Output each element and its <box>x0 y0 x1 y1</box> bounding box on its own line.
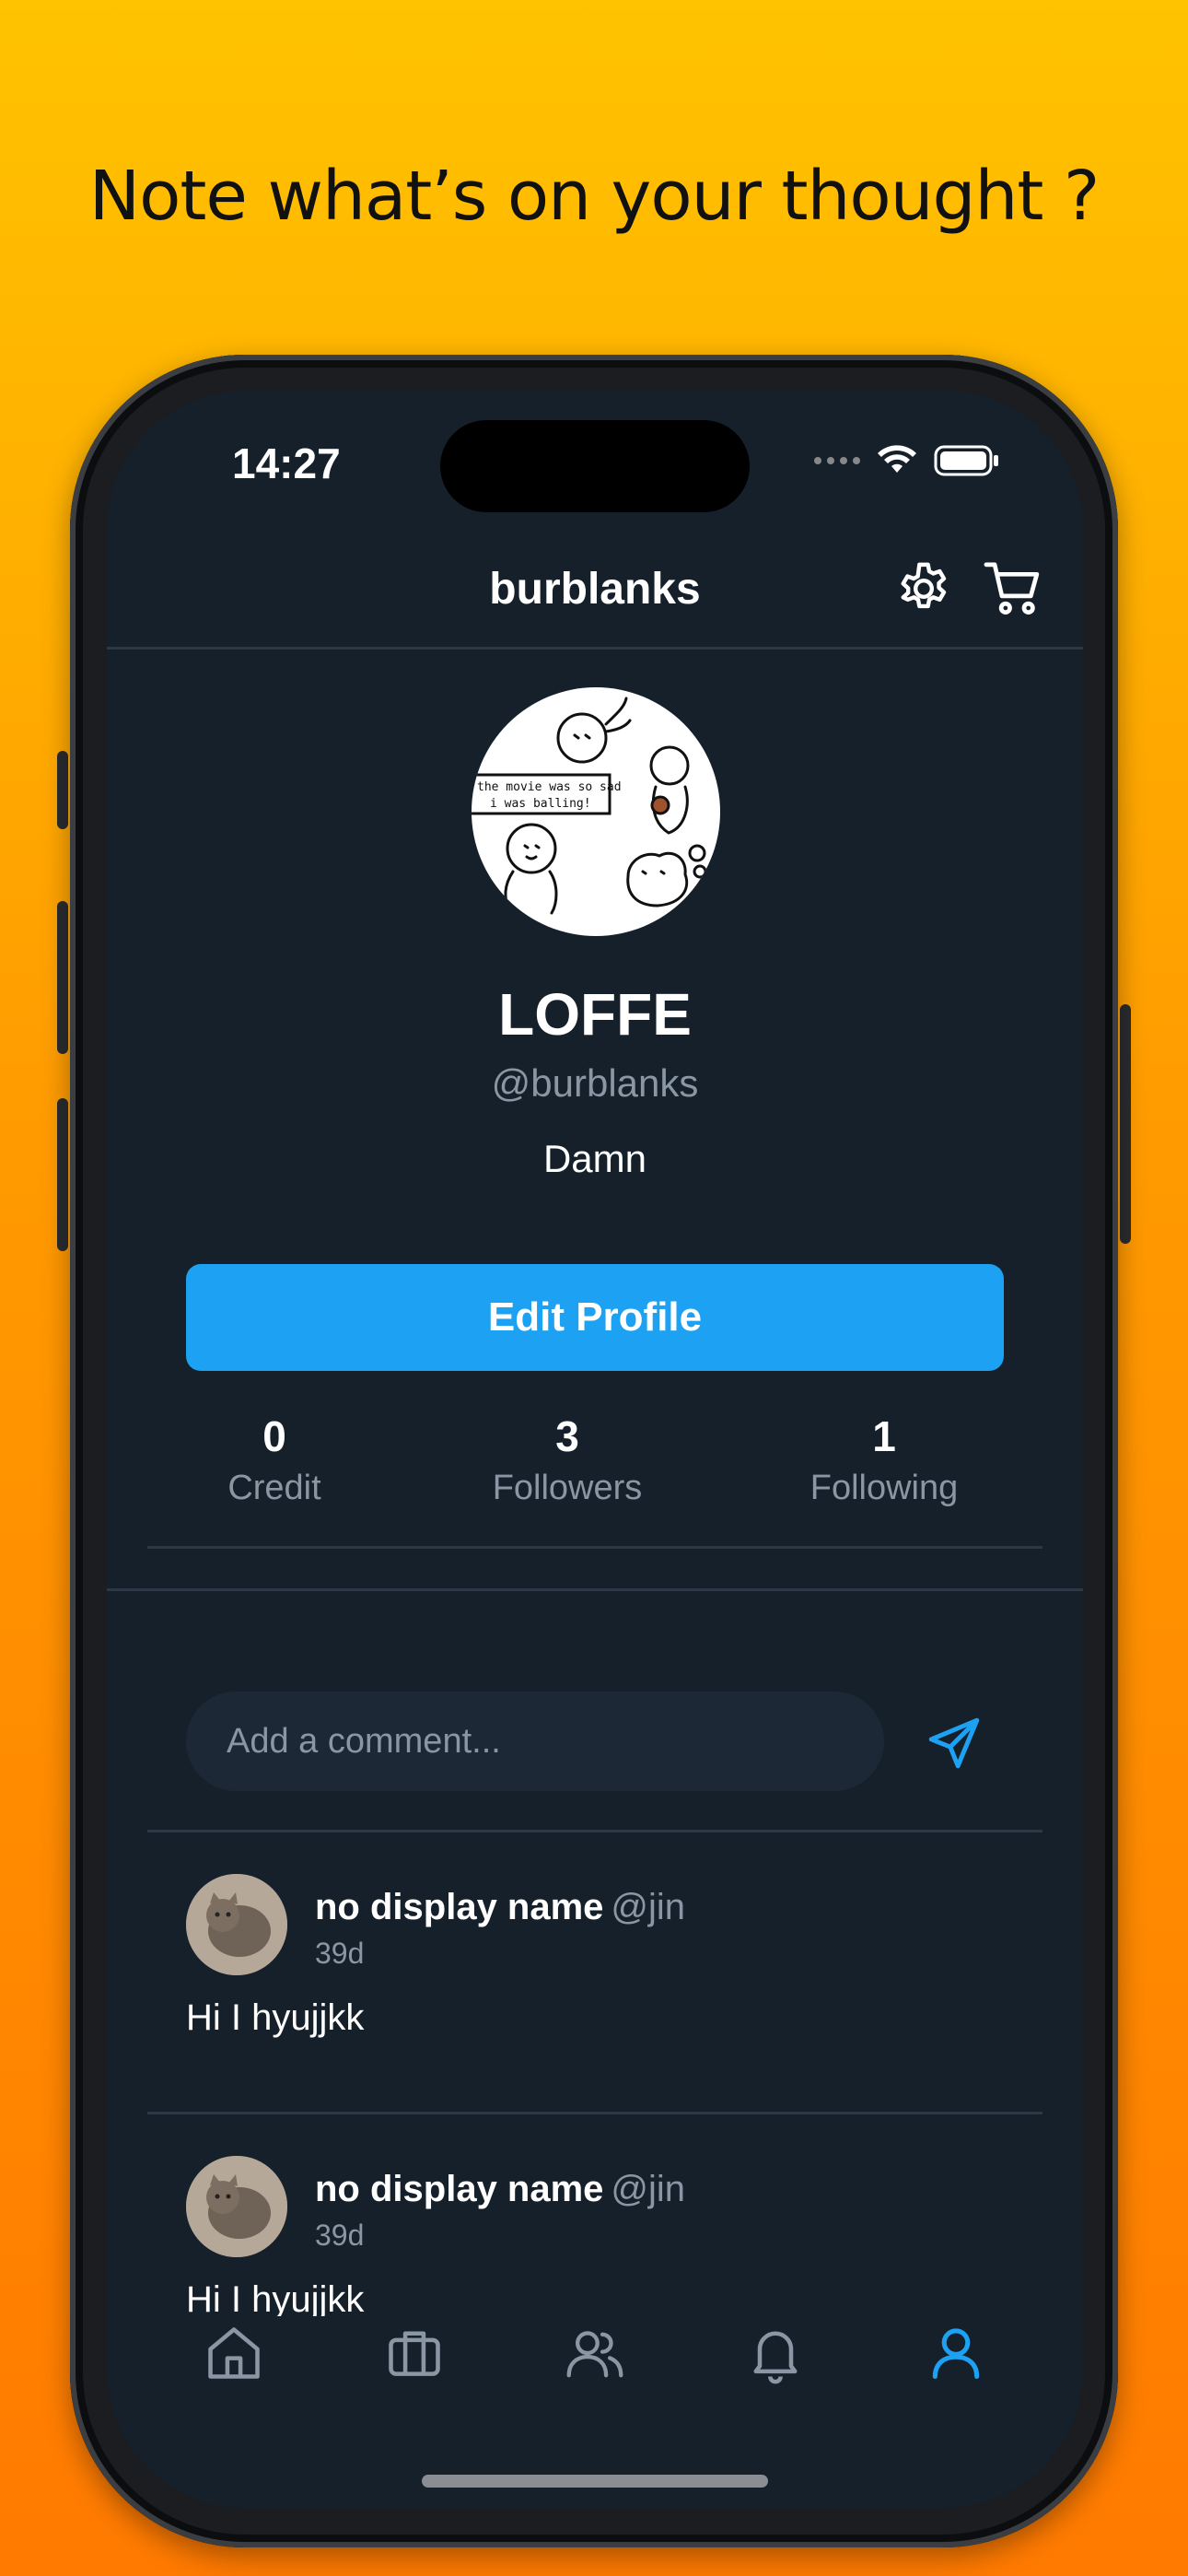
post-author-name: no display name <box>315 2169 604 2209</box>
stat-followers-value: 3 <box>555 1412 579 1460</box>
tab-bar <box>107 2316 1083 2445</box>
status-time: 14:27 <box>232 439 341 487</box>
profile-bio: Damn <box>542 1137 647 1180</box>
comment-placeholder: Add a comment... <box>227 1721 501 1761</box>
users-icon <box>566 2331 623 2378</box>
stat-following-label: Following <box>809 1469 959 1507</box>
battery-icon <box>934 445 998 476</box>
phone-power-button <box>1120 1004 1131 1244</box>
post-avatar[interactable] <box>186 2156 287 2257</box>
edit-profile-button[interactable]: Edit Profile <box>186 1264 1004 1371</box>
post-time: 39d <box>315 2219 365 2252</box>
header-divider <box>107 647 1083 650</box>
cart-button[interactable] <box>982 556 1046 621</box>
tab-community[interactable] <box>558 2316 632 2390</box>
profile-display-name: LOFFE <box>498 981 692 1048</box>
phone-volume-up-button <box>57 901 68 1054</box>
comment-divider <box>147 1830 1042 1832</box>
wifi-icon <box>878 445 916 473</box>
tab-home[interactable] <box>197 2316 271 2390</box>
svg-text:the movie was so sad: the movie was so sad <box>477 780 622 794</box>
stat-credit[interactable]: 0 Credit <box>164 1411 385 1508</box>
tab-profile[interactable] <box>919 2316 993 2390</box>
post-text: Hi I hyujjkk <box>186 2279 365 2320</box>
post-author: no display name @jin <box>315 1887 685 1928</box>
status-icons <box>814 444 1000 477</box>
phone-action-button <box>57 751 68 829</box>
stat-followers[interactable]: 3 Followers <box>457 1411 678 1508</box>
dynamic-island <box>440 420 750 512</box>
cart-icon <box>984 562 1040 615</box>
section-divider <box>107 1588 1083 1591</box>
post-item[interactable]: no display name @jin 39d Hi I hyujjkk <box>186 1874 1015 2077</box>
stat-credit-value: 0 <box>262 1412 286 1460</box>
post-avatar[interactable] <box>186 1874 287 1975</box>
comment-input[interactable]: Add a comment... <box>186 1692 884 1791</box>
profile-avatar[interactable]: the movie was so sad i was balling! <box>472 687 720 936</box>
post-author: no display name @jin <box>315 2169 685 2210</box>
profile-handle: @burblanks <box>491 1061 699 1105</box>
post-author-handle: @jin <box>611 2169 686 2209</box>
home-indicator[interactable] <box>422 2475 768 2488</box>
home-icon <box>208 2327 260 2379</box>
cat-avatar-image <box>186 2156 287 2257</box>
tab-briefcase[interactable] <box>378 2316 451 2390</box>
settings-button[interactable] <box>891 556 956 621</box>
phone-volume-down-button <box>57 1098 68 1251</box>
stat-following-value: 1 <box>872 1412 896 1460</box>
gear-icon <box>901 562 947 609</box>
stat-followers-label: Followers <box>492 1469 643 1507</box>
profile-icon <box>932 2328 980 2380</box>
post-time: 39d <box>315 1937 365 1970</box>
briefcase-icon <box>389 2331 440 2376</box>
bell-icon <box>753 2331 798 2384</box>
cat-avatar-image <box>186 1874 287 1975</box>
post-author-name: no display name <box>315 1887 604 1927</box>
post-divider <box>147 2112 1042 2114</box>
tab-notifications[interactable] <box>739 2316 812 2390</box>
stat-following[interactable]: 1 Following <box>774 1411 995 1508</box>
app-screen: 14:27 burblanks the movie was so sad i w… <box>107 391 1083 2508</box>
avatar-doodle-image: the movie was so sad i was balling! <box>472 697 707 915</box>
send-button[interactable] <box>917 1706 991 1780</box>
header-actions <box>891 556 1046 621</box>
stats-divider <box>147 1546 1042 1549</box>
stat-credit-label: Credit <box>227 1469 321 1507</box>
headline: Note what’s on your thought ? <box>88 157 1100 236</box>
signal-dots-icon <box>814 457 860 464</box>
post-text: Hi I hyujjkk <box>186 1997 365 2038</box>
post-author-handle: @jin <box>611 1887 686 1927</box>
svg-text:i was balling!: i was balling! <box>490 797 591 811</box>
send-icon <box>928 1717 980 1769</box>
